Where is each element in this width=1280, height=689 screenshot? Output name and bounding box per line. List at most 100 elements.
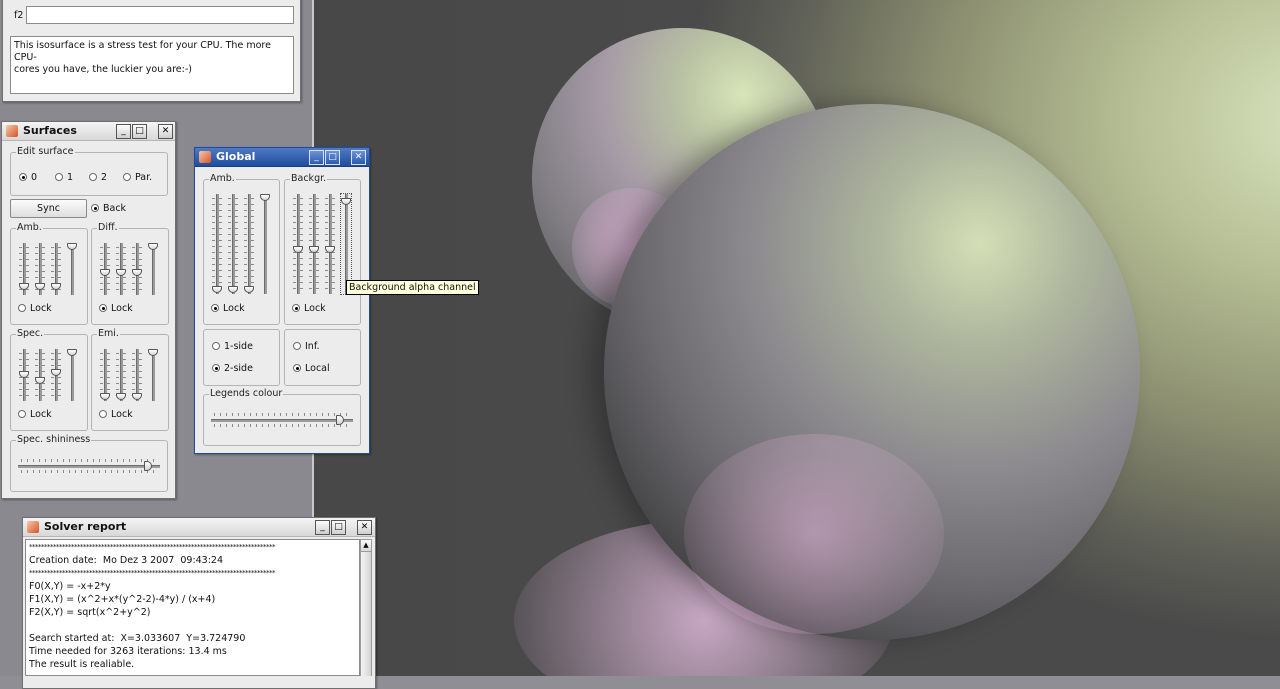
maximize-button[interactable]: □ (331, 520, 346, 535)
report-line: ****************************************… (29, 543, 276, 551)
amb-alpha-slider[interactable] (67, 243, 77, 295)
surface-spec-group: Spec. Lock (10, 328, 88, 431)
amb-red-slider[interactable] (19, 243, 29, 295)
surfaces-window: Surfaces _ □ ✕ Edit surface 0 1 2 Par. S… (1, 121, 176, 499)
two-side-radio[interactable]: 2-side (212, 362, 253, 374)
legends-colour-handle[interactable] (335, 415, 344, 425)
app-icon (199, 151, 211, 163)
shininess-legend: Spec. shininess (16, 434, 92, 445)
scroll-thumb[interactable] (361, 552, 371, 676)
report-line: Search started at: X=3.033607 Y=3.724790 (29, 633, 246, 644)
global-window: Global _ □ ✕ Amb. Lock Backgr. Lock 1-si… (194, 147, 370, 454)
amb-legend: Amb. (16, 222, 43, 233)
f2-input[interactable] (26, 6, 294, 24)
global-backgr-group: Backgr. Lock (284, 173, 361, 325)
radio-dot (18, 304, 26, 312)
spec-lock-radio[interactable]: Lock (18, 408, 52, 420)
radio-dot (292, 304, 300, 312)
diff-legend: Diff. (97, 222, 119, 233)
radio-dot (55, 173, 63, 181)
backgr-alpha-slider[interactable] (340, 193, 352, 295)
emi-green-slider[interactable] (116, 349, 126, 401)
radio-dot (123, 173, 131, 181)
diff-alpha-slider[interactable] (148, 243, 158, 295)
scroll-up-icon[interactable]: ▲ (361, 540, 371, 552)
backgr-red-slider[interactable] (293, 194, 303, 294)
close-button[interactable]: ✕ (351, 150, 366, 165)
backgr-blue-slider[interactable] (325, 194, 335, 294)
infinite-light-radio[interactable]: Inf. (293, 340, 320, 352)
global-amb-alpha-slider[interactable] (260, 194, 270, 294)
global-amb-group: Amb. Lock (203, 173, 280, 325)
surface-radio-par[interactable]: Par. (123, 171, 152, 183)
surface-radio-2[interactable]: 2 (89, 171, 107, 183)
backgr-green-slider[interactable] (309, 194, 319, 294)
app-icon (27, 521, 39, 533)
maximize-button[interactable]: □ (325, 150, 340, 165)
minimize-button[interactable]: _ (116, 124, 131, 139)
radio-dot (89, 173, 97, 181)
minimize-button[interactable]: _ (309, 150, 324, 165)
report-line: The result is realiable. (29, 659, 135, 670)
spec-alpha-slider[interactable] (67, 349, 77, 401)
edit-surface-group: Edit surface 0 1 2 Par. (10, 146, 168, 196)
radio-dot (91, 204, 99, 212)
spec-green-slider[interactable] (35, 349, 45, 401)
global-amb-red-slider[interactable] (212, 194, 222, 294)
surfaces-titlebar[interactable]: Surfaces _ □ ✕ (2, 122, 175, 141)
amb-green-slider[interactable] (35, 243, 45, 295)
emi-alpha-slider[interactable] (148, 349, 158, 401)
f2-label: f2 (14, 10, 24, 21)
maximize-button[interactable]: □ (132, 124, 147, 139)
spec-red-slider[interactable] (19, 349, 29, 401)
description-line: cores you have, the luckier you are:-) (14, 64, 192, 75)
shininess-slider[interactable] (18, 459, 160, 473)
close-button[interactable]: ✕ (357, 520, 372, 535)
background-alpha-tooltip: Background alpha channel (346, 280, 479, 295)
render-viewport[interactable] (314, 0, 1280, 676)
local-light-radio[interactable]: Local (293, 362, 330, 374)
surface-diff-group: Diff. Lock (91, 222, 169, 325)
report-line: F2(X,Y) = sqrt(x^2+y^2) (29, 607, 151, 618)
global-amb-blue-slider[interactable] (244, 194, 254, 294)
diff-blue-slider[interactable] (132, 243, 142, 295)
sides-group: 1-side 2-side (203, 329, 280, 386)
diff-lock-radio[interactable]: Lock (99, 302, 133, 314)
solver-report-text[interactable]: ****************************************… (25, 539, 360, 676)
emi-blue-slider[interactable] (132, 349, 142, 401)
spec-blue-slider[interactable] (51, 349, 61, 401)
spec-legend: Spec. (16, 328, 45, 339)
one-side-radio[interactable]: 1-side (212, 340, 253, 352)
report-scrollbar[interactable]: ▲ (360, 539, 372, 676)
description-textarea[interactable]: This isosurface is a stress test for you… (10, 36, 294, 94)
radio-dot (18, 410, 26, 418)
window-title: Surfaces (23, 124, 77, 137)
minimize-button[interactable]: _ (315, 520, 330, 535)
surface-radio-1[interactable]: 1 (55, 171, 73, 183)
amb-legend: Amb. (209, 173, 236, 184)
global-titlebar[interactable]: Global _ □ ✕ (195, 148, 369, 167)
radio-dot (211, 304, 219, 312)
legends-colour-slider[interactable] (211, 413, 353, 427)
global-amb-lock-radio[interactable]: Lock (211, 302, 245, 314)
report-line: Creation date: Mo Dez 3 2007 09:43:24 (29, 555, 224, 566)
emi-red-slider[interactable] (100, 349, 110, 401)
radio-dot (99, 304, 107, 312)
emi-lock-radio[interactable]: Lock (99, 408, 133, 420)
sync-button[interactable]: Sync (10, 199, 87, 218)
back-radio[interactable]: Back (91, 202, 126, 214)
report-line: Time needed for 3263 iterations: 13.4 ms (29, 646, 227, 657)
solver-titlebar[interactable]: Solver report _ □ ✕ (23, 518, 375, 537)
shininess-group: Spec. shininess (10, 434, 168, 492)
backgr-lock-radio[interactable]: Lock (292, 302, 326, 314)
app-icon (6, 125, 18, 137)
amb-blue-slider[interactable] (51, 243, 61, 295)
close-button[interactable]: ✕ (158, 124, 173, 139)
window-title: Solver report (44, 520, 127, 533)
amb-lock-radio[interactable]: Lock (18, 302, 52, 314)
global-amb-green-slider[interactable] (228, 194, 238, 294)
diff-green-slider[interactable] (116, 243, 126, 295)
surface-radio-0[interactable]: 0 (19, 171, 37, 183)
radio-dot (293, 342, 301, 350)
diff-red-slider[interactable] (100, 243, 110, 295)
